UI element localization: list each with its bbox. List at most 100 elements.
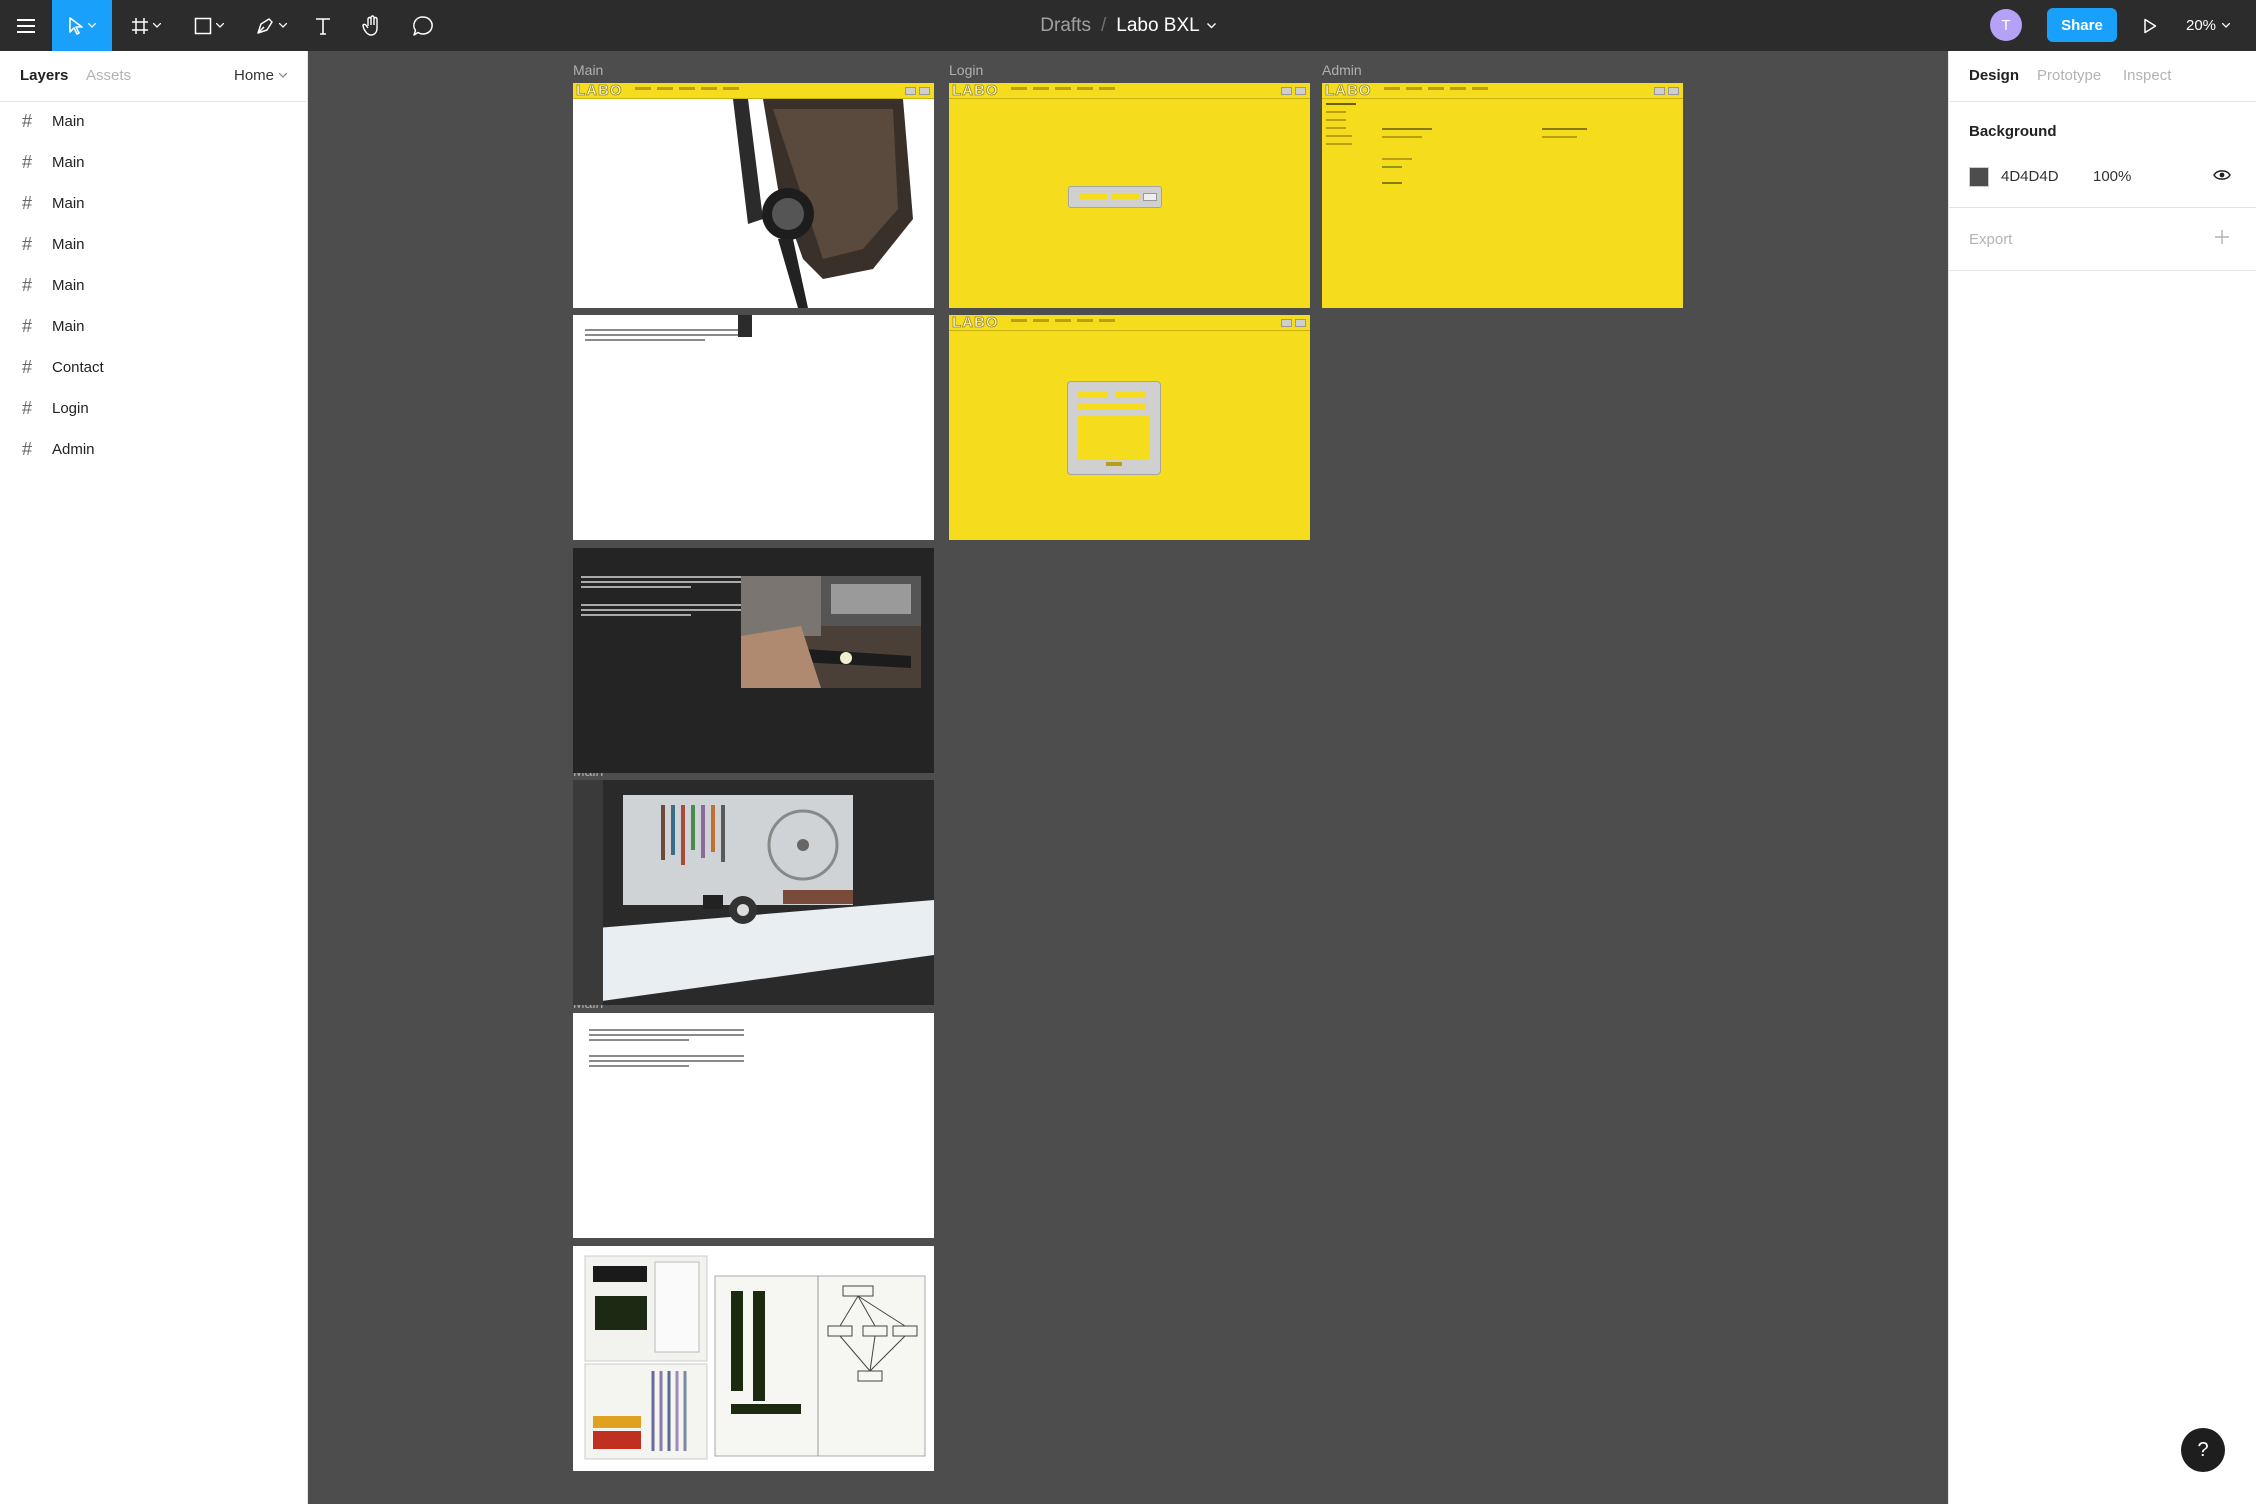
layer-label: Main [52,318,85,335]
frame-tool-button[interactable] [122,0,170,51]
tab-inspect[interactable]: Inspect [2123,67,2171,84]
hand-loupe-photo [733,99,913,308]
visibility-toggle[interactable] [2213,168,2231,186]
frame-label-main[interactable]: Main [573,62,603,78]
layer-label: Main [52,277,85,294]
frame-login[interactable]: LABO [949,83,1310,308]
mini-navbar: LABO [1322,83,1683,99]
mini-logo: LABO [952,83,999,99]
layer-item-admin[interactable]: # Admin [0,429,307,470]
rectangle-icon [194,17,212,34]
breadcrumb-separator: / [1100,14,1107,36]
workshop-photo [573,780,934,1005]
background-section: Background 4D4D4D 100% [1949,102,2256,208]
hero-image-area [573,99,934,308]
layer-item-main[interactable]: # Main [0,142,307,183]
hamburger-icon [17,18,35,33]
tab-assets[interactable]: Assets [86,67,131,84]
design-canvas[interactable]: Main Login Admin Main Main LABO LABO [308,51,1948,1504]
layer-label: Contact [52,359,104,376]
frame-contact[interactable]: LABO [949,315,1310,540]
comment-tool-button[interactable] [405,0,441,51]
zoom-menu[interactable]: 20% [2186,0,2231,51]
layer-item-login[interactable]: # Login [0,388,307,429]
shape-tool-button[interactable] [185,0,233,51]
chevron-down-icon [279,23,287,28]
frame-main-text-2[interactable] [573,1013,934,1238]
frame-main-text[interactable] [573,315,934,540]
frame-admin[interactable]: LABO [1322,83,1683,308]
chevron-down-icon [1206,22,1216,28]
plus-icon [2215,230,2229,244]
frame-hash-icon: # [22,152,33,172]
eye-icon [2213,170,2231,180]
mini-nav-links [1384,87,1488,90]
layer-item-contact[interactable]: # Contact [0,347,307,388]
frame-label-login[interactable]: Login [949,62,983,78]
mini-navbar: LABO [573,83,934,99]
background-opacity-input[interactable]: 100% [2093,168,2131,185]
page-selector[interactable]: Home [234,67,287,84]
mini-navbar: LABO [949,83,1310,99]
comment-bubble-icon [413,15,433,36]
text-t-icon [316,17,330,35]
chevron-down-icon [153,23,161,28]
export-section: Export [1949,208,2256,271]
pen-tool-button[interactable] [247,0,295,51]
mini-nav-links [1011,319,1115,322]
cursor-arrow-icon [69,16,83,35]
mini-logo: LABO [1325,83,1372,99]
background-color-swatch[interactable] [1969,167,1989,187]
file-name-menu[interactable]: Labo BXL [1116,15,1216,37]
page-selector-label: Home [233,67,274,84]
frame-main-workshop[interactable] [573,780,934,1005]
tab-design[interactable]: Design [1969,67,2019,84]
layer-label: Admin [52,441,95,458]
frame-hash-icon: # [22,234,33,254]
move-tool-button[interactable] [52,0,112,51]
layer-item-main[interactable]: # Main [0,224,307,265]
layer-label: Main [52,236,85,253]
breadcrumb-drafts[interactable]: Drafts [1040,15,1091,37]
layer-label: Main [52,113,85,130]
frame-main-notebooks[interactable] [573,1246,934,1471]
chevron-down-icon [216,23,224,28]
film-strip-overflow [738,315,752,337]
play-icon [2144,18,2157,33]
pen-icon [257,17,273,34]
mini-window-controls [1654,87,1679,95]
help-button[interactable]: ? [2181,1428,2225,1472]
present-button[interactable] [2132,0,2168,51]
left-panel-tabs: Layers Assets Home [0,51,307,102]
frame-hash-icon: # [22,439,33,459]
layer-item-main[interactable]: # Main [0,265,307,306]
notebook-scans-photo [584,1255,926,1460]
background-hex-input[interactable]: 4D4D4D [2001,168,2059,185]
mini-logo: LABO [576,83,623,99]
share-button[interactable]: Share [2047,8,2117,42]
layer-item-main[interactable]: # Main [0,306,307,347]
mini-window-controls [905,87,930,95]
layer-item-main[interactable]: # Main [0,183,307,224]
frame-hash-icon: # [22,275,33,295]
tab-layers[interactable]: Layers [20,67,68,84]
hand-tool-button[interactable] [354,0,390,51]
frame-main-hero[interactable]: LABO [573,83,934,308]
tab-prototype[interactable]: Prototype [2037,67,2101,84]
login-username-field [1079,193,1107,199]
mini-window-controls [1281,319,1306,327]
add-export-button[interactable] [2214,228,2230,248]
frame-hash-icon: # [22,111,33,131]
user-avatar[interactable]: T [1990,9,2022,41]
main-menu-button[interactable] [8,0,44,51]
layer-list: # Main # Main # Main # Main # Main # Main # Con… [0,101,307,470]
frame-main-dark[interactable] [573,548,934,773]
frame-label-admin[interactable]: Admin [1322,62,1362,78]
admin-content [1382,128,1442,188]
export-title: Export [1969,231,2013,248]
text-tool-button[interactable] [305,0,341,51]
layer-item-main[interactable]: # Main [0,101,307,142]
login-submit [1143,193,1157,201]
frame-hash-icon: # [22,398,33,418]
login-dialog [1068,186,1162,208]
